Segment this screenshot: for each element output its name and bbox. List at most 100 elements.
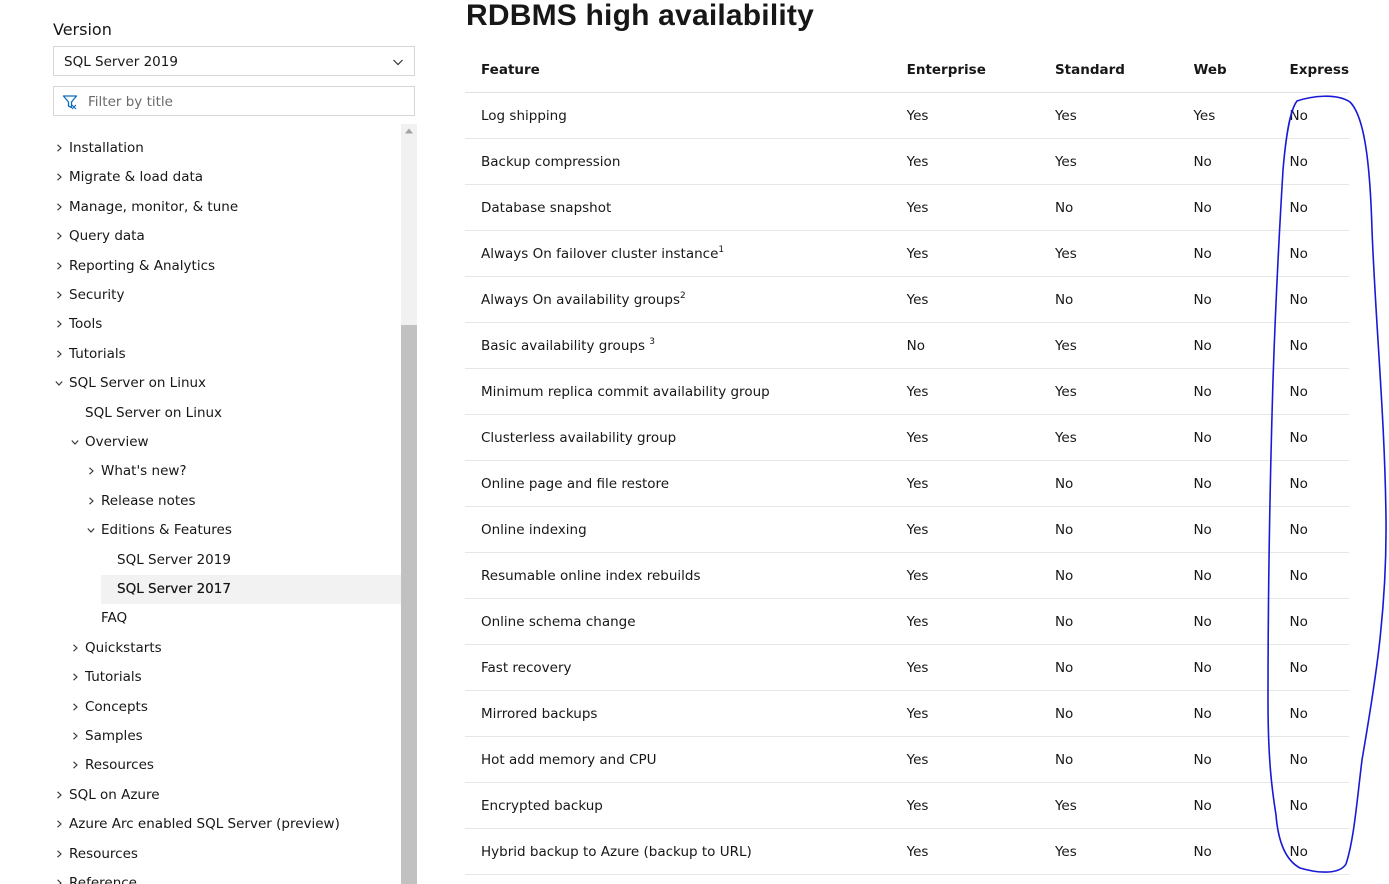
toc-item-quickstarts[interactable]: Quickstarts: [53, 634, 401, 663]
feature-name: Always On failover cluster instance: [481, 245, 719, 262]
cell-enterprise: Yes: [890, 460, 1039, 507]
cell-web: No: [1177, 138, 1274, 185]
feature-cell: Resumable online index rebuilds: [465, 552, 891, 599]
toc-item-label: Samples: [85, 728, 143, 744]
toc-item-sql-on-azure[interactable]: SQL on Azure: [53, 781, 401, 810]
toc-item-faq[interactable]: FAQ: [53, 604, 401, 633]
toc-item-migrate-load-data[interactable]: Migrate & load data: [53, 163, 401, 192]
table-row: Mirrored backups Yes No No No: [465, 690, 1349, 737]
feature-name: Minimum replica commit availability grou…: [481, 383, 770, 400]
feature-cell: Fast recovery: [465, 644, 891, 691]
toc-item-resources[interactable]: Resources: [53, 751, 401, 780]
cell-express: No: [1273, 552, 1349, 599]
toc-item-editions-features[interactable]: Editions & Features: [53, 516, 401, 545]
chevron-right-icon: [57, 261, 62, 270]
cell-express: No: [1273, 322, 1349, 369]
chevron-right-icon: [89, 497, 94, 505]
chevron-right-icon: [57, 879, 62, 884]
cell-standard: Yes: [1038, 230, 1178, 277]
table-row: Encrypted backup Yes Yes No No: [465, 782, 1349, 829]
cell-web: No: [1177, 828, 1274, 875]
toc-item-tutorials[interactable]: Tutorials: [53, 663, 401, 692]
feature-name: Clusterless availability group: [481, 429, 677, 446]
cell-express: No: [1273, 460, 1349, 507]
chevron-down-icon: [87, 528, 95, 534]
toc-item-sql-server-2017[interactable]: SQL Server 2017: [101, 575, 401, 604]
cell-standard: No: [1038, 276, 1178, 323]
toc-item-label: Concepts: [85, 698, 148, 715]
cell-express: No: [1273, 184, 1349, 231]
cell-enterprise: Yes: [890, 230, 1039, 277]
cell-web: No: [1177, 322, 1274, 369]
toc-item-overview[interactable]: Overview: [53, 428, 401, 457]
scroll-thumb[interactable]: [401, 325, 417, 884]
toc-scrollbar[interactable]: [401, 124, 417, 884]
table-row: Database snapshot Yes No No No: [465, 184, 1349, 231]
toc-item-label: Resources: [69, 845, 138, 862]
cell-enterprise: Yes: [890, 782, 1039, 829]
header-feature: Feature: [465, 48, 891, 93]
toc-item-label: SQL Server on Linux: [69, 375, 207, 392]
chevron-right-icon: [73, 761, 78, 769]
toc-item-sql-server-on-linux[interactable]: SQL Server on Linux: [53, 369, 401, 398]
scroll-up-arrow-icon[interactable]: [404, 127, 414, 135]
table-row: Hybrid backup to Azure (backup to URL) Ye…: [465, 828, 1349, 875]
toc-item-reference[interactable]: Reference: [53, 869, 401, 884]
header-web: Web: [1177, 48, 1274, 93]
toc-item-release-notes[interactable]: Release notes: [53, 487, 401, 516]
toc-item-samples[interactable]: Samples: [53, 722, 401, 751]
cell-web: No: [1177, 782, 1274, 829]
chevron-right-icon: [57, 791, 62, 799]
cell-web: No: [1177, 690, 1274, 737]
chevron-right-icon: [57, 173, 62, 181]
feature-cell: Basic availability groups 3: [465, 322, 891, 369]
chevron-right-icon: [57, 350, 62, 358]
toc-item-sql-server-2019[interactable]: SQL Server 2019: [53, 546, 401, 575]
toc-item-reporting-analytics[interactable]: Reporting & Analytics: [53, 252, 401, 281]
footnote-marker: 2: [680, 290, 686, 301]
cell-web: No: [1177, 414, 1274, 461]
toc-item-concepts[interactable]: Concepts: [53, 693, 401, 722]
toc-item-label: Manage, monitor, & tune: [69, 198, 239, 215]
toc-item-label: Migrate & load data: [69, 169, 204, 186]
table-row: Log shipping Yes Yes Yes No: [465, 92, 1349, 139]
feature-name: Log shipping: [481, 107, 567, 124]
filter-by-title[interactable]: [53, 86, 418, 117]
feature-cell: Always On failover cluster instance1: [465, 230, 891, 277]
toc-item-tutorials[interactable]: Tutorials: [53, 340, 401, 369]
toc-item-what-s-new[interactable]: What's new?: [53, 457, 401, 486]
toc-item-manage-monitor-tune[interactable]: Manage, monitor, & tune: [53, 193, 401, 222]
toc-item-label: SQL on Azure: [69, 786, 160, 803]
toc-item-azure-arc-enabled-sql-server-preview[interactable]: Azure Arc enabled SQL Server (preview): [53, 810, 401, 839]
cell-express: No: [1273, 138, 1349, 185]
toc-item-label: What's new?: [101, 463, 187, 480]
cell-express: No: [1273, 414, 1349, 461]
feature-cell: Online schema change: [465, 598, 891, 645]
toc-item-query-data[interactable]: Query data: [53, 222, 401, 251]
cell-web: No: [1177, 230, 1274, 277]
cell-web: No: [1177, 460, 1274, 507]
table-row: Backup compression Yes Yes No No: [465, 138, 1349, 185]
cell-standard: Yes: [1038, 414, 1178, 461]
toc-item-security[interactable]: Security: [53, 281, 401, 310]
feature-cell: Hybrid backup to Azure (backup to URL): [465, 828, 891, 875]
cell-express: No: [1273, 506, 1349, 553]
chevron-right-icon: [73, 732, 78, 740]
toc-item-installation[interactable]: Installation: [53, 134, 401, 163]
version-select[interactable]: SQL Server 2019: [53, 46, 415, 76]
header-enterprise: Enterprise: [890, 48, 1039, 93]
cell-standard: Yes: [1038, 782, 1178, 829]
toc-item-tools[interactable]: Tools: [53, 310, 401, 339]
toc-item-resources[interactable]: Resources: [53, 840, 401, 869]
feature-name: Fast recovery: [481, 659, 572, 676]
toc-item-label: SQL Server 2019: [117, 551, 231, 568]
filter-input[interactable]: [86, 87, 418, 117]
sidebar: Version SQL Server 2019 Installation Migr…: [0, 0, 440, 884]
toc-item-sql-server-on-linux[interactable]: SQL Server on Linux: [53, 399, 401, 428]
cell-web: No: [1177, 736, 1274, 783]
toc-item-label: Quickstarts: [85, 639, 162, 656]
table-row: Online page and file restore Yes No No No: [465, 460, 1349, 507]
footnote-marker: 3: [649, 336, 656, 347]
header-express: Express: [1273, 48, 1349, 93]
table-header-row: Feature Enterprise Standard Web Express: [465, 48, 1349, 93]
